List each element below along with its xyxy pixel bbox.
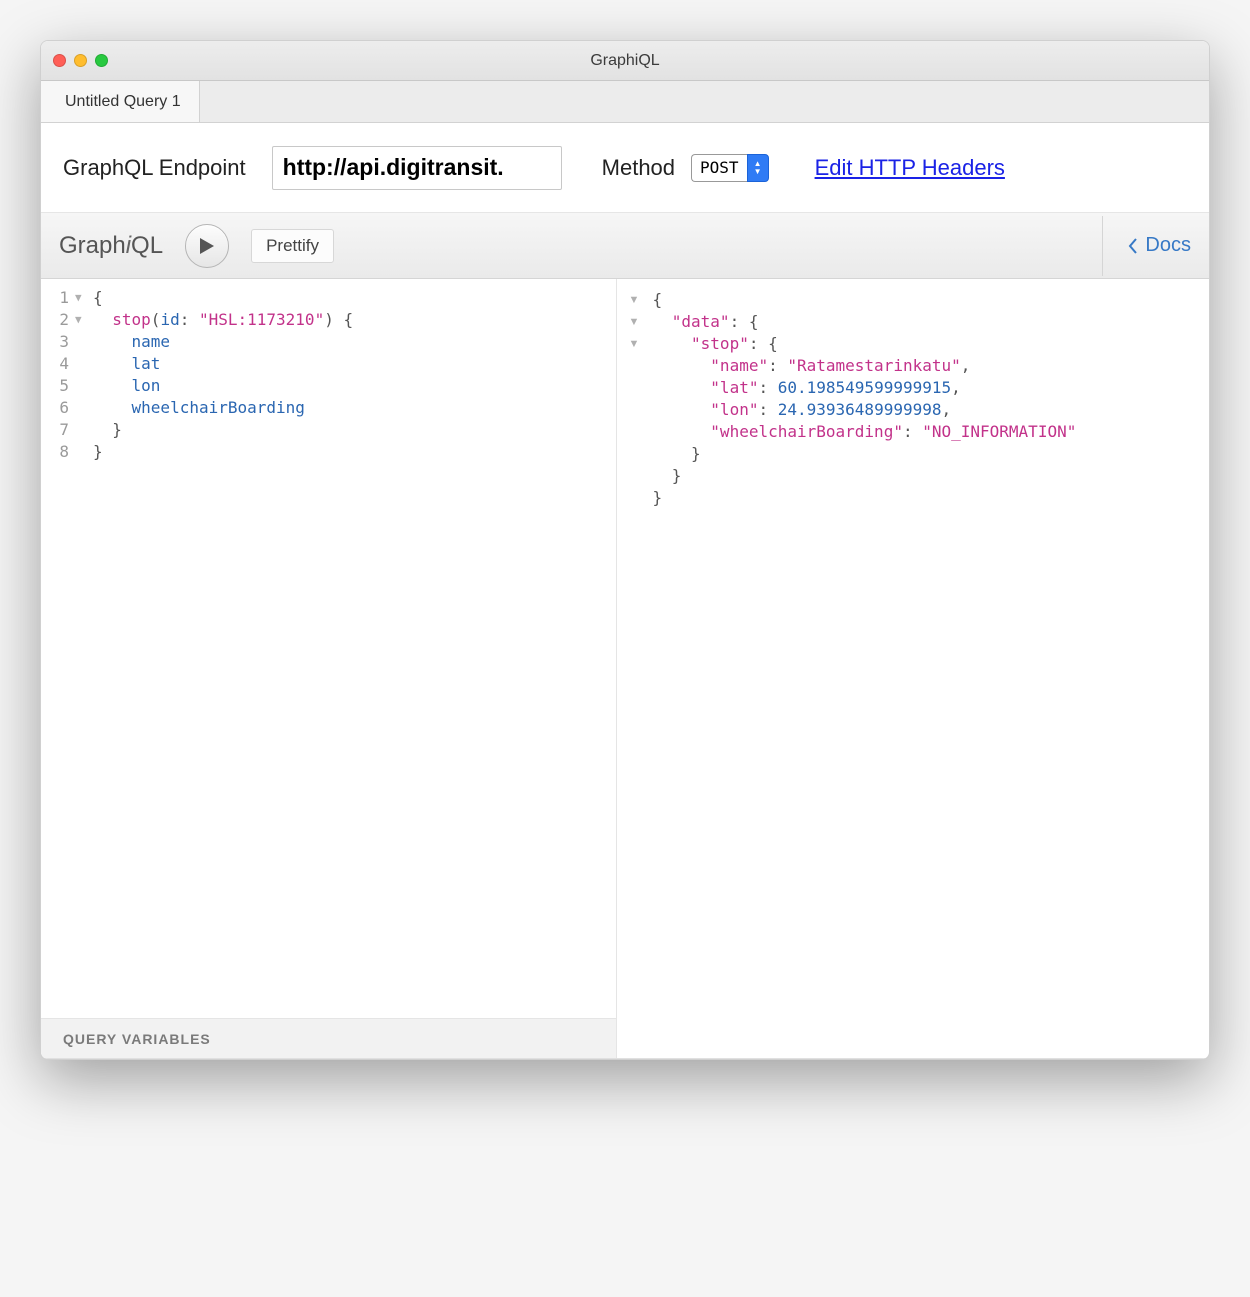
minimize-icon[interactable]	[74, 54, 87, 67]
query-editor-pane: 1 2 3 4 5 6 7 8 ▼▼ { stop(id: "HSL:11732…	[41, 279, 617, 1058]
execute-button[interactable]	[185, 224, 229, 268]
tab-label: Untitled Query 1	[65, 93, 181, 111]
method-select[interactable]: POST ▲▼	[691, 154, 769, 182]
query-editor[interactable]: 1 2 3 4 5 6 7 8 ▼▼ { stop(id: "HSL:11732…	[41, 279, 616, 1018]
result-viewer[interactable]: { "data": { "stop": { "name": "Ratamesta…	[635, 289, 1210, 509]
tab-untitled-query[interactable]: Untitled Query 1	[41, 81, 200, 122]
tab-bar-empty[interactable]	[200, 81, 1209, 122]
graphiql-toolbar: GraphiQL Prettify Docs	[41, 213, 1209, 279]
query-variables-bar[interactable]: QUERY VARIABLES	[41, 1018, 616, 1058]
tab-bar: Untitled Query 1	[41, 81, 1209, 123]
endpoint-label: GraphQL Endpoint	[63, 155, 246, 181]
prettify-button[interactable]: Prettify	[251, 229, 334, 263]
result-pane: ▼▼▼ { "data": { "stop": { "name": "Ratam…	[629, 279, 1210, 1058]
window-controls	[53, 54, 108, 67]
result-fold-gutter: ▼▼▼	[629, 289, 643, 509]
chevron-up-down-icon: ▲▼	[747, 154, 769, 182]
maximize-icon[interactable]	[95, 54, 108, 67]
divider	[1102, 216, 1103, 276]
config-row: GraphQL Endpoint Method POST ▲▼ Edit HTT…	[41, 123, 1209, 213]
docs-label: Docs	[1145, 234, 1191, 257]
method-label: Method	[602, 155, 675, 181]
edit-http-headers-link[interactable]: Edit HTTP Headers	[815, 155, 1005, 181]
query-variables-label: QUERY VARIABLES	[63, 1031, 211, 1047]
chevron-left-icon	[1127, 237, 1139, 255]
pane-splitter[interactable]	[617, 279, 629, 1058]
docs-button[interactable]: Docs	[1127, 234, 1191, 257]
endpoint-input[interactable]	[272, 146, 562, 190]
window-title: GraphiQL	[41, 52, 1209, 70]
method-value: POST	[691, 154, 747, 182]
fold-gutter: ▼▼	[75, 287, 89, 1018]
query-code[interactable]: { stop(id: "HSL:1173210") { name lat lon…	[89, 287, 616, 1018]
editor-split: 1 2 3 4 5 6 7 8 ▼▼ { stop(id: "HSL:11732…	[41, 279, 1209, 1059]
play-icon	[199, 237, 215, 255]
close-icon[interactable]	[53, 54, 66, 67]
graphiql-logo: GraphiQL	[59, 232, 163, 260]
line-gutter: 1 2 3 4 5 6 7 8	[41, 287, 75, 1018]
titlebar[interactable]: GraphiQL	[41, 41, 1209, 81]
app-window: GraphiQL Untitled Query 1 GraphQL Endpoi…	[40, 40, 1210, 1060]
